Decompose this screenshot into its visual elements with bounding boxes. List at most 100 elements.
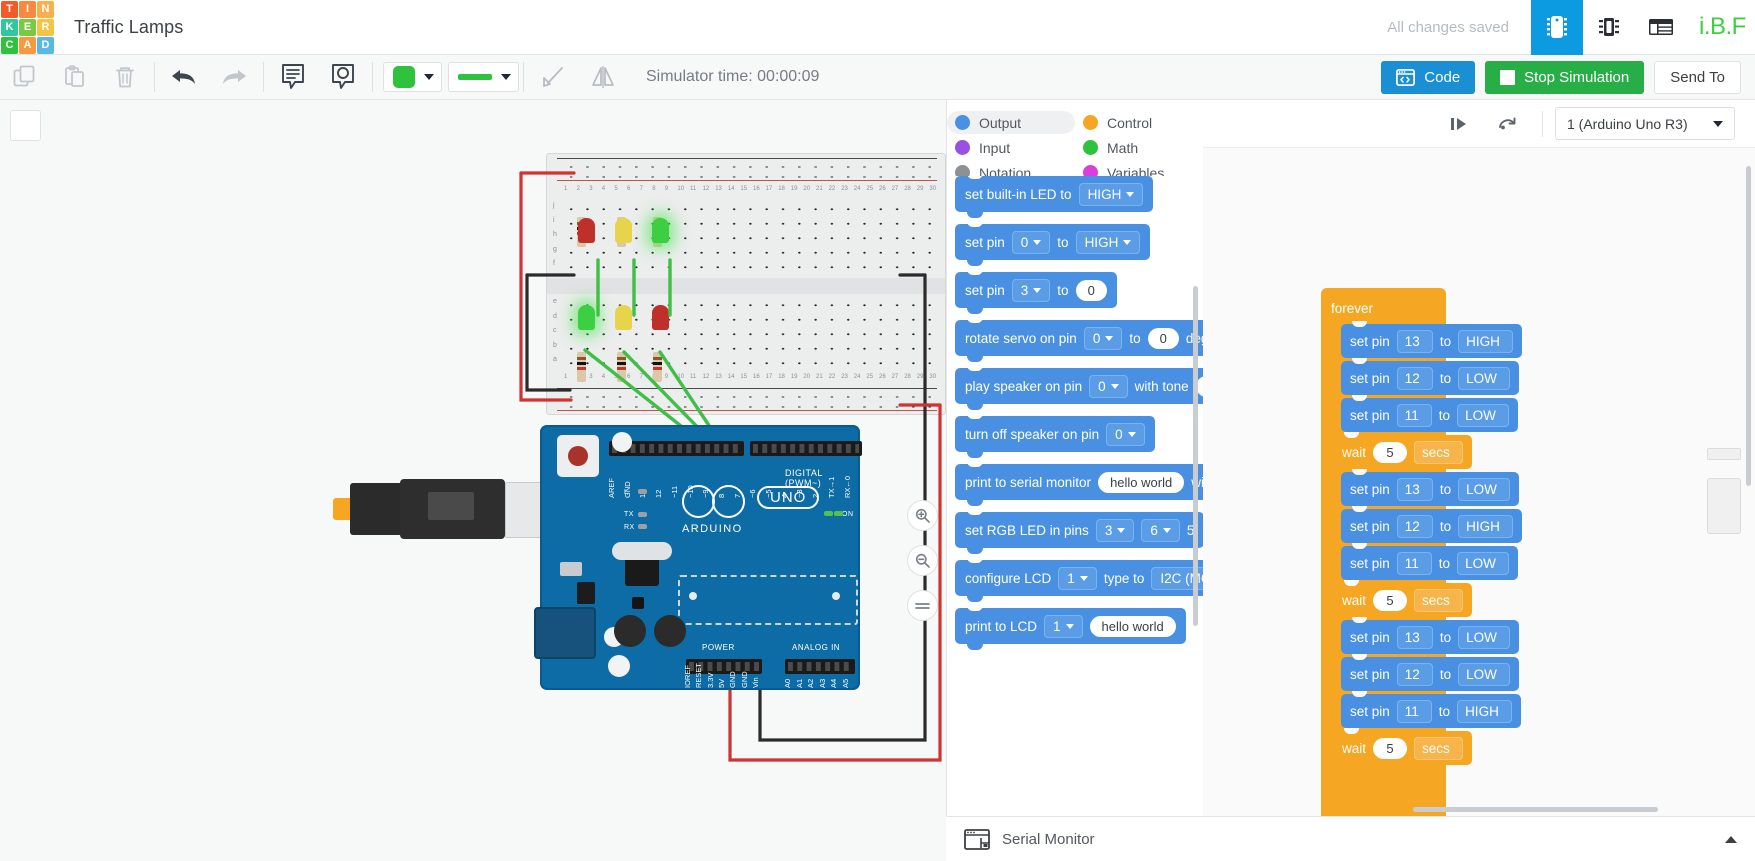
block-dropdown[interactable]: 1: [1044, 614, 1083, 638]
block-dropdown[interactable]: HIGH: [1075, 230, 1141, 254]
send-to-button[interactable]: Send To: [1654, 60, 1741, 94]
block-dropdown[interactable]: 11: [1396, 551, 1432, 575]
list-view-icon[interactable]: [1635, 0, 1687, 55]
board-selector[interactable]: 1 (Arduino Uno R3): [1555, 107, 1735, 140]
led-green-top[interactable]: [652, 218, 669, 243]
block-dropdown[interactable]: LOW: [1457, 551, 1509, 575]
paste-button[interactable]: [50, 55, 100, 100]
comment-button[interactable]: [318, 55, 368, 100]
resistor-5[interactable]: [617, 352, 626, 382]
workspace-vertical-scrollbar[interactable]: [1746, 166, 1751, 486]
breadboard[interactable]: 1 2 3 4 5 6 7 8 9 10 11 12 13 14 15 16 17 18 19 20 21 22 23 24 2…: [546, 153, 946, 415]
stop-simulation-button[interactable]: Stop Simulation: [1485, 60, 1645, 94]
fit-view-button[interactable]: [10, 110, 41, 141]
block-dropdown[interactable]: 6: [1141, 518, 1180, 542]
reset-button-housing[interactable]: [557, 435, 599, 477]
block-input-field[interactable]: 0: [1147, 327, 1179, 349]
block-dropdown[interactable]: 12: [1396, 662, 1433, 686]
category-output[interactable]: Output: [947, 111, 1075, 134]
ws-wait-5-secs-3[interactable]: wait 5 secs: [1333, 728, 1472, 765]
led-yellow-top[interactable]: [615, 218, 632, 243]
block-input-field[interactable]: hello world: [1098, 471, 1185, 493]
block-input-field[interactable]: 5: [1373, 737, 1408, 759]
code-button[interactable]: Code: [1381, 60, 1476, 94]
block-dropdown[interactable]: HIGH: [1458, 329, 1513, 353]
block-configure-lcd[interactable]: configure LCD1type toI2C (MCP2: [955, 560, 1203, 602]
palette-scrollbar[interactable]: [1193, 286, 1198, 626]
debug-button[interactable]: [1486, 100, 1530, 148]
block-print-lcd[interactable]: print to LCD 1 hello world: [955, 608, 1186, 650]
block-set-rgb-led[interactable]: set RGB LED in pins 3 6 5: [955, 512, 1203, 554]
ws-set-pin-11-high[interactable]: set pin 11 to HIGH: [1341, 691, 1521, 728]
tinkercad-logo[interactable]: TIN KER CAD: [0, 0, 54, 55]
ws-set-pin-13-low-2[interactable]: set pin 13 to LOW: [1341, 617, 1519, 654]
note-button[interactable]: [268, 55, 318, 100]
ws-set-pin-11-low-2[interactable]: set pin 11 to LOW: [1341, 543, 1518, 580]
block-dropdown[interactable]: secs: [1414, 736, 1463, 760]
block-dropdown[interactable]: 13: [1396, 329, 1433, 353]
block-dropdown[interactable]: 0: [1089, 374, 1128, 398]
category-control[interactable]: Control: [1075, 111, 1203, 134]
block-print-serial-monitor[interactable]: print to serial monitorhello worldwith: [955, 464, 1203, 506]
delete-button[interactable]: [100, 55, 150, 100]
undo-button[interactable]: [159, 55, 209, 100]
block-set-pin-digital[interactable]: set pin 0 to HIGH: [955, 224, 1151, 266]
serial-monitor-bar[interactable]: Serial Monitor: [946, 816, 1755, 861]
block-dropdown[interactable]: 0: [1106, 422, 1145, 446]
zoom-in-button[interactable]: [907, 500, 938, 531]
resistor-6[interactable]: [653, 352, 662, 382]
workspace-horizontal-scrollbar[interactable]: [1413, 807, 1658, 812]
block-palette[interactable]: set built-in LED to HIGH set pin 0 to HIGH set…: [947, 176, 1203, 816]
block-dropdown[interactable]: 0: [1011, 230, 1051, 254]
ws-set-pin-11-low[interactable]: set pin 11 to LOW: [1341, 395, 1518, 432]
ws-set-pin-12-low[interactable]: set pin 12 to LOW: [1341, 358, 1519, 395]
block-dropdown[interactable]: LOW: [1458, 625, 1510, 649]
workspace-trash[interactable]: [1707, 478, 1741, 534]
arduino-uno-board[interactable]: AREFGND1312~11~10~987~6~54~32TX→1RX←0 IO…: [534, 425, 862, 690]
block-input-field[interactable]: 5: [1373, 589, 1408, 611]
block-set-pin-analog[interactable]: set pin 3 to 0: [955, 272, 1117, 314]
led-red-bottom[interactable]: [652, 305, 669, 330]
chevron-up-icon[interactable]: [1725, 835, 1737, 843]
blocks-workspace[interactable]: forever set pin 13 to HIGH set pin 12 to LOW set…: [1203, 148, 1755, 816]
block-dropdown[interactable]: 1: [1058, 566, 1097, 590]
block-dropdown[interactable]: 3: [1011, 278, 1051, 302]
block-input-field[interactable]: 0: [1075, 279, 1107, 301]
ws-wait-5-secs-1[interactable]: wait 5 secs: [1333, 432, 1472, 469]
block-dropdown[interactable]: 3: [1095, 518, 1135, 542]
copy-button[interactable]: [0, 55, 50, 100]
block-dropdown[interactable]: secs: [1414, 440, 1463, 464]
block-input-field[interactable]: 5: [1373, 441, 1408, 463]
block-dropdown[interactable]: LOW: [1458, 662, 1510, 686]
block-dropdown[interactable]: LOW: [1458, 477, 1510, 501]
block-dropdown[interactable]: 0: [1083, 326, 1123, 350]
components-view-icon[interactable]: [1531, 0, 1583, 55]
block-turn-off-speaker[interactable]: turn off speaker on pin 0: [955, 416, 1155, 458]
block-dropdown[interactable]: 13: [1396, 625, 1433, 649]
block-dropdown[interactable]: LOW: [1457, 403, 1509, 427]
block-dropdown[interactable]: 13: [1396, 477, 1433, 501]
block-dropdown[interactable]: 12: [1396, 514, 1433, 538]
ws-wait-5-secs-2[interactable]: wait 5 secs: [1333, 580, 1472, 617]
mirror-button[interactable]: [578, 55, 628, 100]
block-play-speaker[interactable]: play speaker on pin0with tone6: [955, 368, 1203, 410]
block-dropdown[interactable]: HIGH: [1457, 699, 1512, 723]
block-input-field[interactable]: hello world: [1089, 615, 1176, 637]
block-rotate-servo[interactable]: rotate servo on pin0to0degr: [955, 320, 1203, 362]
block-dropdown[interactable]: HIGH: [1078, 182, 1144, 206]
ws-set-pin-13-low[interactable]: set pin 13 to LOW: [1341, 469, 1519, 506]
redo-button[interactable]: [209, 55, 259, 100]
zoom-out-button[interactable]: [907, 545, 938, 576]
led-red-top[interactable]: [578, 218, 595, 243]
circuits-view-icon[interactable]: [1583, 0, 1635, 55]
ws-set-pin-12-high[interactable]: set pin 12 to HIGH: [1341, 506, 1522, 543]
block-dropdown[interactable]: secs: [1414, 588, 1463, 612]
ws-set-pin-12-low-2[interactable]: set pin 12 to LOW: [1341, 654, 1519, 691]
block-dropdown[interactable]: LOW: [1458, 366, 1510, 390]
zoom-fit-button[interactable]: [907, 590, 938, 621]
color-picker[interactable]: [383, 62, 442, 92]
reset-button[interactable]: [568, 446, 588, 466]
bend-wire-button[interactable]: [528, 55, 578, 100]
block-dropdown[interactable]: 11: [1396, 699, 1432, 723]
category-input[interactable]: Input: [947, 136, 1075, 159]
